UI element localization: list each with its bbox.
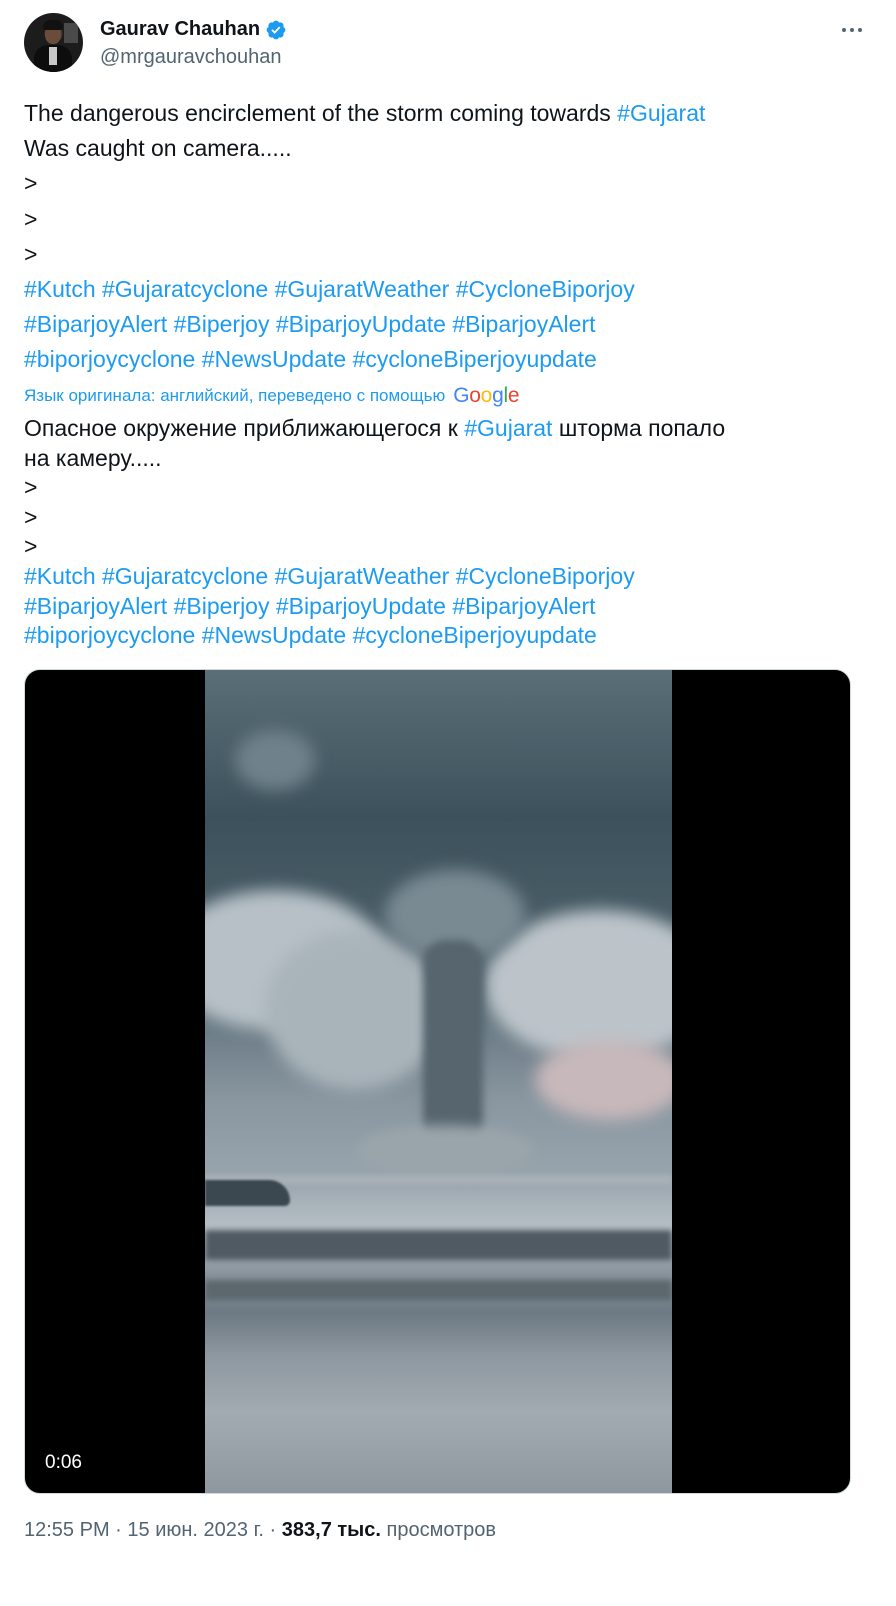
tweet-text-translated: Опасное окружение приближающегося к #Guj… bbox=[24, 414, 874, 651]
video-frame bbox=[205, 670, 672, 1493]
hashtag-link[interactable]: #GujaratWeather bbox=[275, 276, 450, 302]
hashtag-link[interactable]: #BiparjoyUpdate bbox=[276, 311, 446, 337]
hashtag-line: #biporjoycyclone #NewsUpdate #cycloneBip… bbox=[24, 342, 874, 377]
hashtag-link[interactable]: #cycloneBiperjoyupdate bbox=[353, 622, 597, 648]
text-line: Was caught on camera..... bbox=[24, 135, 292, 162]
text-line: Опасное окружение приближающегося к #Guj… bbox=[24, 415, 726, 441]
text-line: на камеру..... bbox=[24, 444, 162, 471]
hashtag-line: #biporjoycyclone #NewsUpdate #cycloneBip… bbox=[24, 621, 874, 651]
hashtag-link[interactable]: #Biperjoy bbox=[174, 311, 270, 337]
more-options-button[interactable] bbox=[834, 15, 870, 45]
hashtag-link[interactable]: #CycloneBiporjoy bbox=[456, 563, 635, 589]
hashtag-line: #Kutch #Gujaratcyclone #GujaratWeather #… bbox=[24, 272, 874, 307]
tweet-meta: 12:55 PM · 15 июн. 2023 г. · 383,7 тыс. … bbox=[24, 1519, 497, 1541]
hashtag-line: #Kutch #Gujaratcyclone #GujaratWeather #… bbox=[24, 562, 874, 592]
views-label: просмотров bbox=[380, 1519, 497, 1541]
tweet-header: Gaurav Chauhan @mrgauravchouhan bbox=[24, 13, 872, 73]
hashtag-link[interactable]: #Gujaratcyclone bbox=[102, 563, 268, 589]
text-line: > bbox=[24, 533, 38, 560]
translation-note[interactable]: Язык оригинала: английский, переведено с… bbox=[24, 384, 520, 408]
text-line: > bbox=[24, 170, 38, 197]
hashtag-link[interactable]: #NewsUpdate bbox=[202, 346, 346, 372]
hashtag-line: #BiparjoyAlert #Biperjoy #BiparjoyUpdate… bbox=[24, 592, 874, 622]
verified-badge-icon bbox=[266, 20, 286, 39]
views-count: 383,7 тыс. bbox=[281, 1519, 381, 1541]
hashtag-link[interactable]: #GujaratWeather bbox=[275, 563, 450, 589]
hashtag-link[interactable]: #BiparjoyAlert bbox=[24, 593, 167, 619]
tweet-time[interactable]: 12:55 PM bbox=[24, 1519, 110, 1541]
hashtag-link[interactable]: #BiparjoyAlert bbox=[452, 593, 595, 619]
tweet-date[interactable]: 15 июн. 2023 г. bbox=[127, 1519, 264, 1541]
text-line: > bbox=[24, 205, 38, 232]
hashtag-link[interactable]: #Kutch bbox=[24, 276, 96, 302]
video-player[interactable]: 0:06 bbox=[24, 669, 851, 1494]
hashtag-link[interactable]: #cycloneBiperjoyupdate bbox=[353, 346, 597, 372]
hashtag-link[interactable]: #BiparjoyUpdate bbox=[276, 593, 446, 619]
author-name-row[interactable]: Gaurav Chauhan bbox=[100, 18, 287, 41]
tweet-text-original: The dangerous encirclement of the storm … bbox=[24, 96, 874, 378]
hashtag-link[interactable]: #Gujarat bbox=[617, 100, 705, 126]
hashtag-link[interactable]: #Gujarat bbox=[464, 415, 552, 441]
text-line: > bbox=[24, 503, 38, 530]
hashtag-link[interactable]: #Biperjoy bbox=[174, 593, 270, 619]
hashtag-link[interactable]: #CycloneBiporjoy bbox=[456, 276, 635, 302]
hashtag-link[interactable]: #Gujaratcyclone bbox=[102, 276, 268, 302]
hashtag-link[interactable]: #Kutch bbox=[24, 563, 96, 589]
hashtag-link[interactable]: #BiparjoyAlert bbox=[24, 311, 167, 337]
avatar[interactable] bbox=[24, 13, 83, 72]
hashtag-line: #BiparjoyAlert #Biperjoy #BiparjoyUpdate… bbox=[24, 307, 874, 342]
video-duration: 0:06 bbox=[39, 1450, 88, 1476]
text-line: > bbox=[24, 240, 38, 267]
google-logo: Google bbox=[453, 384, 520, 407]
hashtag-link[interactable]: #NewsUpdate bbox=[202, 622, 346, 648]
author-name[interactable]: Gaurav Chauhan bbox=[100, 18, 260, 41]
translation-note-text: Язык оригинала: английский, переведено с… bbox=[24, 386, 446, 405]
author-handle[interactable]: @mrgauravchouhan bbox=[100, 46, 282, 69]
text-line: The dangerous encirclement of the storm … bbox=[24, 100, 706, 126]
text-line: > bbox=[24, 474, 38, 501]
hashtag-link[interactable]: #BiparjoyAlert bbox=[452, 311, 595, 337]
hashtag-link[interactable]: #biporjoycyclone bbox=[24, 622, 195, 648]
hashtag-link[interactable]: #biporjoycyclone bbox=[24, 346, 195, 372]
more-horizontal-icon bbox=[842, 28, 846, 32]
